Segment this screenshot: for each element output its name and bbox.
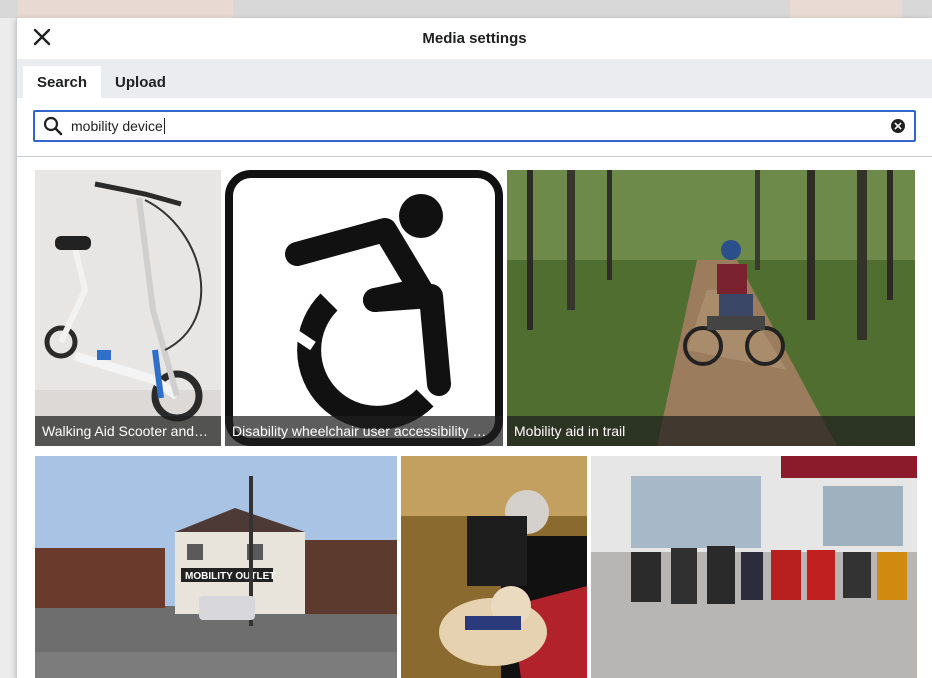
clear-icon[interactable]: [890, 118, 906, 134]
text-caret: [163, 118, 165, 134]
result-thumbnail[interactable]: Disability wheelchair user accessibility…: [225, 170, 503, 446]
background-image: [790, 0, 902, 18]
result-image: [35, 170, 221, 446]
svg-text:MOBILITY OUTLET: MOBILITY OUTLET: [185, 571, 275, 582]
result-image: [591, 456, 917, 678]
search-query-text: mobility device: [71, 118, 163, 134]
result-thumbnail[interactable]: [591, 456, 917, 678]
search-area: mobility device: [17, 98, 932, 157]
result-thumbnail[interactable]: MOBILITY OUTLET: [35, 456, 397, 678]
tab-search[interactable]: Search: [23, 66, 102, 98]
search-icon: [43, 116, 63, 136]
tab-bar: Search Upload: [17, 60, 932, 98]
result-image: [507, 170, 915, 446]
dialog-title: Media settings: [422, 30, 527, 47]
close-icon: [33, 28, 51, 51]
result-caption: Disability wheelchair user accessibility…: [225, 416, 503, 446]
result-thumbnail[interactable]: Mobility aid in trail: [507, 170, 915, 446]
search-results: Walking Aid Scooter and… Disability whee…: [17, 168, 932, 678]
background-image: [18, 0, 233, 18]
result-image: [401, 456, 587, 678]
result-thumbnail[interactable]: [401, 456, 587, 678]
tab-upload[interactable]: Upload: [101, 66, 180, 98]
result-image: MOBILITY OUTLET: [35, 456, 397, 678]
search-input[interactable]: mobility device: [33, 110, 916, 142]
result-caption: Mobility aid in trail: [507, 416, 915, 446]
dialog-header: Media settings: [17, 18, 932, 60]
search-query: mobility device: [71, 118, 890, 134]
result-thumbnail[interactable]: Walking Aid Scooter and…: [35, 170, 221, 446]
background-strip: [0, 0, 932, 18]
result-caption: Walking Aid Scooter and…: [35, 416, 221, 446]
media-settings-dialog: Media settings Search Upload mobility de…: [16, 18, 932, 678]
close-button[interactable]: [29, 26, 55, 52]
result-image: [225, 170, 503, 446]
